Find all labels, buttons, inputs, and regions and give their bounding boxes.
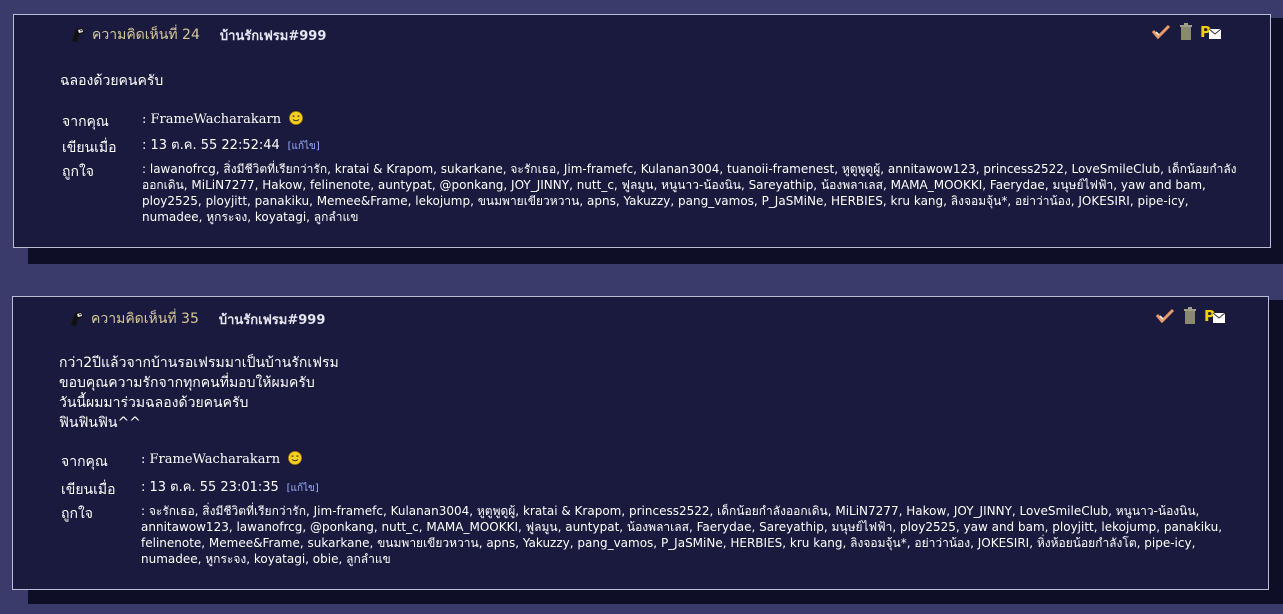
private-message-icon[interactable]: P <box>1200 23 1222 41</box>
check-heart-icon[interactable] <box>1150 23 1172 41</box>
bird-avatar-icon <box>67 309 87 329</box>
comment-box: ความคิดเห็นที่ 35 บ้านรักเฟรม#999 P กว่า… <box>12 296 1269 590</box>
from-label: จากคุณ <box>62 114 109 130</box>
likes-list: : จะรักเธอ, สิ่งมีชีวิตที่เรียกว่ารัก, J… <box>141 504 1223 566</box>
written-row: เขียนเมื่อ : 13 ต.ค. 55 22:52:44 [แก้ไข] <box>62 137 1240 159</box>
comment-tools: P <box>1154 307 1226 325</box>
likes-row: ถูกใจ : lawanofrcg, สิ่งมีชีวิตที่เรียกว… <box>62 161 1240 225</box>
trash-icon[interactable] <box>1179 307 1201 325</box>
likes-label: ถูกใจ <box>62 164 94 180</box>
from-name[interactable]: : FrameWacharakarn <box>141 452 280 467</box>
written-time: : 13 ต.ค. 55 22:52:44 <box>142 138 280 153</box>
written-time: : 13 ต.ค. 55 23:01:35 <box>141 480 279 495</box>
check-heart-icon[interactable] <box>1154 307 1176 325</box>
written-label: เขียนเมื่อ <box>61 482 116 498</box>
comment-body-line: วันนี้ผมมาร่วมฉลองด้วยคนครับ <box>59 395 249 411</box>
comment-body-line: กว่า2ปีแล้วจากบ้านรอเฟรมมาเป็นบ้านรักเฟร… <box>59 355 339 371</box>
comment-box: ความคิดเห็นที่ 24 บ้านรักเฟรม#999 P ฉลอง… <box>13 14 1271 248</box>
comment-tools: P <box>1150 23 1222 41</box>
comment-author[interactable]: บ้านรักเฟรม#999 <box>220 25 327 46</box>
comment-body: ฉลองด้วยคนครับ <box>60 71 163 91</box>
from-row: จากคุณ : FrameWacharakarn <box>62 111 1240 133</box>
written-label: เขียนเมื่อ <box>62 140 117 156</box>
smiley-icon <box>288 451 302 465</box>
comment-header: ความคิดเห็นที่ 35 บ้านรักเฟรม#999 <box>67 309 325 329</box>
bird-avatar-icon <box>68 25 88 45</box>
private-message-icon[interactable]: P <box>1204 307 1226 325</box>
from-name[interactable]: : FrameWacharakarn <box>142 112 281 127</box>
comment-author[interactable]: บ้านรักเฟรม#999 <box>219 309 326 330</box>
comment-body: กว่า2ปีแล้วจากบ้านรอเฟรมมาเป็นบ้านรักเฟร… <box>59 353 339 433</box>
edit-link[interactable]: [แก้ไข] <box>288 141 320 152</box>
comment-body-line: ขอบคุณความรักจากทุกคนที่มอบให้ผมครับ <box>59 375 315 391</box>
likes-label: ถูกใจ <box>61 506 93 522</box>
written-row: เขียนเมื่อ : 13 ต.ค. 55 23:01:35 [แก้ไข] <box>61 479 1238 501</box>
comment-header: ความคิดเห็นที่ 24 บ้านรักเฟรม#999 <box>68 25 326 45</box>
from-row: จากคุณ : FrameWacharakarn <box>61 451 1238 473</box>
comment-number: ความคิดเห็นที่ 35 <box>91 311 199 327</box>
trash-icon[interactable] <box>1175 23 1197 41</box>
edit-link[interactable]: [แก้ไข] <box>287 483 319 494</box>
comment-body-line: ฟินฟินฟิน^^ <box>59 415 141 431</box>
smiley-icon <box>289 111 303 125</box>
likes-list: : lawanofrcg, สิ่งมีชีวิตที่เรียกว่ารัก,… <box>142 162 1237 224</box>
comment-body-line: ฉลองด้วยคนครับ <box>60 73 164 89</box>
from-label: จากคุณ <box>61 454 108 470</box>
comment-number: ความคิดเห็นที่ 24 <box>92 27 200 43</box>
likes-row: ถูกใจ : จะรักเธอ, สิ่งมีชีวิตที่เรียกว่า… <box>61 503 1238 567</box>
